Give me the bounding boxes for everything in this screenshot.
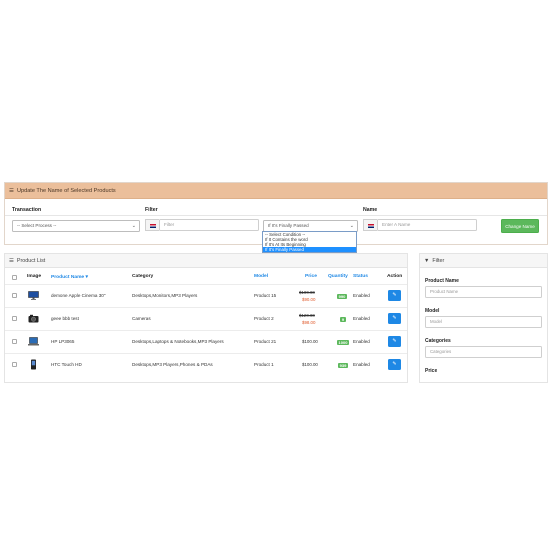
status-text: Enabled	[353, 316, 370, 321]
categories-input[interactable]: Categories	[425, 346, 542, 358]
transaction-label: Transaction	[12, 207, 42, 213]
categories-label: Categories	[425, 338, 451, 344]
product-model: Product 21	[254, 339, 277, 344]
product-list-heading: ☰ Product List	[5, 254, 407, 268]
column-header-product-name[interactable]: Product Name ▾	[51, 274, 88, 280]
caret-down-icon: ▾	[85, 275, 88, 280]
product-name-input[interactable]: Product Name	[425, 286, 542, 298]
column-header-image: Image	[27, 274, 42, 279]
row-checkbox[interactable]	[12, 339, 17, 344]
discount-price: $98.00	[302, 320, 316, 325]
table-row: HTC Touch HD Desktops,MP3 Players,Phones…	[5, 354, 407, 376]
filter-input[interactable]: Filter	[159, 219, 259, 231]
process-select-value: -- Select Process --	[17, 223, 57, 228]
condition-option-selected[interactable]: If It's Finally Passed	[263, 247, 356, 252]
language-flag-addon	[145, 219, 159, 231]
product-category: Desktops,MP3 Players,Phones & PDAs	[132, 362, 213, 367]
status-text: Enabled	[353, 362, 370, 367]
filter-panel: ▼ Filter Product Name Product Name Model …	[419, 253, 548, 383]
table-row: geee bbb test Cameras Product 2 $120.00 …	[5, 308, 407, 330]
filter-input-placeholder: Filter	[164, 222, 175, 227]
product-name: HTC Touch HD	[51, 362, 82, 367]
column-header-model[interactable]: Model	[254, 274, 268, 279]
product-list-panel: ☰ Product List Image Product Name ▾ Categ…	[4, 253, 408, 383]
row-checkbox[interactable]	[12, 316, 17, 321]
pencil-icon: ✎	[392, 338, 397, 344]
product-model: Product 1	[254, 362, 274, 367]
column-header-category: Category	[132, 274, 154, 279]
edit-button[interactable]: ✎	[388, 359, 401, 370]
table-row: HP LP3065 Desktops,Laptops & Notebooks,M…	[5, 331, 407, 353]
product-category: Desktops,Laptops & Notebooks,MP3 Players	[132, 339, 224, 344]
model-input[interactable]: Model	[425, 316, 542, 328]
process-select[interactable]: -- Select Process -- ⌄	[12, 220, 140, 232]
list-icon: ☰	[9, 258, 14, 264]
select-all-checkbox[interactable]	[12, 275, 17, 280]
column-header-product-name-label: Product Name	[51, 275, 85, 280]
monitor-icon	[28, 291, 39, 300]
divider	[5, 215, 547, 216]
name-input[interactable]: Enter A Name	[377, 219, 477, 231]
discount-price: $90.00	[302, 297, 316, 302]
quantity-badge: 9	[340, 317, 346, 322]
price-label: Price	[425, 368, 438, 373]
original-price: $100.00	[299, 290, 315, 295]
row-checkbox[interactable]	[12, 293, 17, 298]
product-name: HP LP3065	[51, 339, 75, 344]
camera-icon	[28, 314, 39, 323]
quantity-badge: 990	[337, 294, 347, 299]
condition-options-dropdown[interactable]: -- Select Condition -- If It Contains th…	[262, 231, 357, 253]
product-price: $100.00	[302, 339, 318, 344]
column-header-status[interactable]: Status	[353, 274, 368, 279]
chevron-down-icon: ⌄	[349, 223, 354, 229]
edit-button[interactable]: ✎	[388, 336, 401, 347]
product-model: Product 15	[254, 293, 277, 298]
original-price: $120.00	[299, 313, 315, 318]
funnel-icon: ▼	[424, 258, 430, 264]
list-icon: ☰	[9, 188, 14, 194]
uk-flag-icon	[149, 223, 156, 228]
product-name: geee bbb test	[51, 316, 79, 321]
column-header-action: Action	[387, 274, 403, 279]
product-name-placeholder: Product Name	[430, 289, 459, 294]
product-model: Product 2	[254, 316, 274, 321]
edit-button[interactable]: ✎	[388, 290, 401, 301]
filter-panel-title: Filter	[432, 258, 445, 264]
condition-select-value: If It's Finally Passed	[268, 223, 309, 228]
model-placeholder: Model	[430, 319, 442, 324]
name-input-placeholder: Enter A Name	[382, 222, 411, 227]
status-text: Enabled	[353, 339, 370, 344]
product-price: $100.00	[302, 362, 318, 367]
product-name: demone Apple Cinema 30"	[51, 293, 106, 298]
product-category: Desktops,Monitors,MP3 Players	[132, 293, 198, 298]
phone-icon	[31, 359, 36, 370]
filter-heading: ▼ Filter	[420, 254, 547, 268]
change-name-button[interactable]: Change Name	[501, 219, 539, 233]
column-header-price[interactable]: Price	[305, 274, 317, 279]
quantity-badge: 1000	[337, 340, 349, 345]
table-row: demone Apple Cinema 30" Desktops,Monitor…	[5, 285, 407, 307]
pencil-icon: ✎	[392, 315, 397, 321]
filter-label: Filter	[145, 207, 158, 213]
update-panel-title: Update The Name of Selected Products	[16, 188, 116, 194]
language-flag-addon	[363, 219, 377, 231]
row-checkbox[interactable]	[12, 362, 17, 367]
pencil-icon: ✎	[392, 361, 397, 367]
edit-button[interactable]: ✎	[388, 313, 401, 324]
uk-flag-icon	[367, 223, 374, 228]
update-panel-heading: ☰ Update The Name of Selected Products	[5, 183, 547, 199]
column-header-quantity[interactable]: Quantity	[328, 274, 348, 279]
pencil-icon: ✎	[392, 292, 397, 298]
product-list-title: Product List	[16, 258, 46, 264]
product-name-label: Product Name	[425, 278, 459, 284]
name-label: Name	[363, 207, 378, 213]
quantity-badge: 939	[338, 363, 348, 368]
product-category: Cameras	[132, 316, 151, 321]
model-label: Model	[425, 308, 440, 314]
categories-placeholder: Categories	[430, 349, 452, 354]
chevron-down-icon: ⌄	[131, 223, 136, 229]
status-text: Enabled	[353, 293, 370, 298]
laptop-icon	[28, 337, 39, 346]
